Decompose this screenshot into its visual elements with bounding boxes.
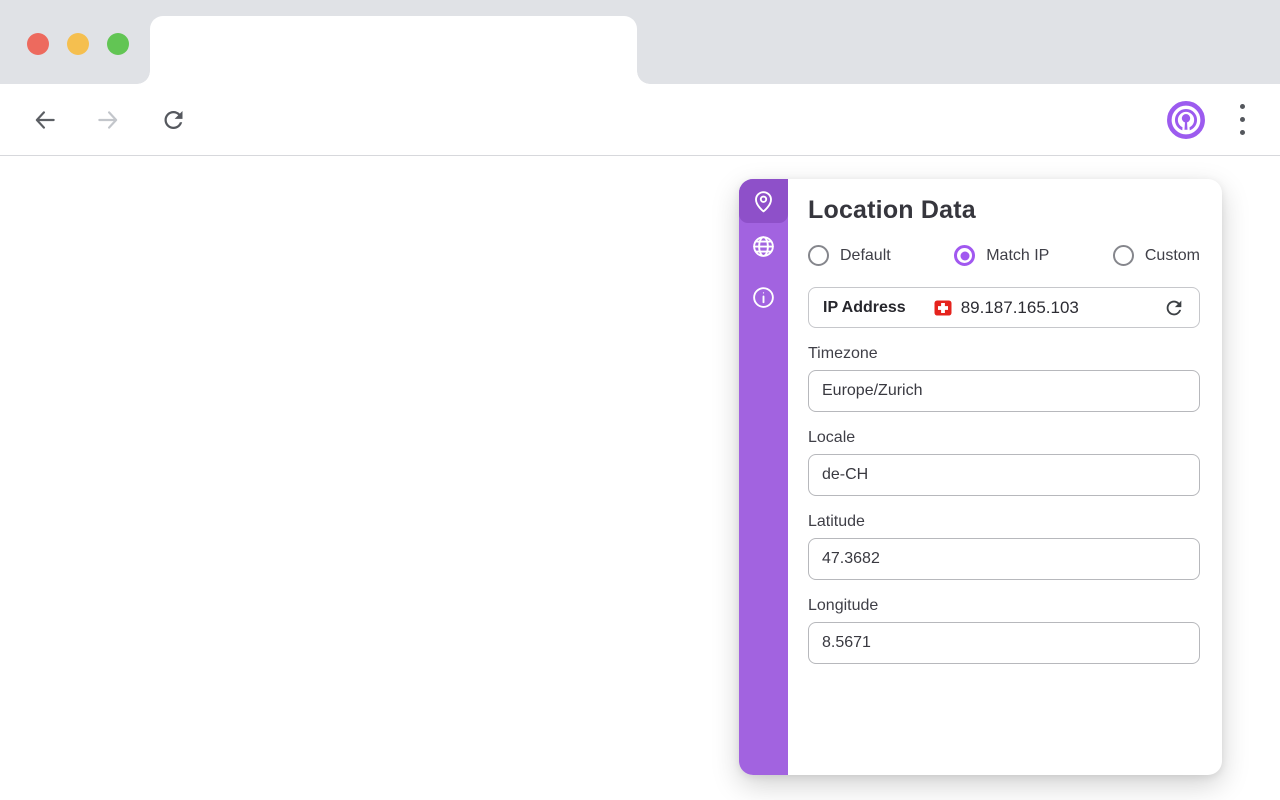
latitude-label: Latitude [808,513,1200,531]
radio-icon [1113,245,1134,266]
window-controls [27,33,129,55]
timezone-label: Timezone [808,345,1200,363]
sidebar-item-globe[interactable] [739,224,788,268]
locale-label: Locale [808,429,1200,447]
forward-arrow-icon [95,107,121,133]
browser-menu-button[interactable] [1232,100,1252,140]
page-content: Location Data Default Match IP Custom [0,156,1280,800]
location-pin-icon [751,189,776,214]
switzerland-flag-icon [934,300,952,316]
ip-address-label: IP Address [823,299,906,317]
ip-address-value: 89.187.165.103 [961,298,1079,318]
maximize-window-button[interactable] [107,33,129,55]
reload-button[interactable] [160,106,187,133]
popup-content: Location Data Default Match IP Custom [788,179,1222,775]
globe-icon [751,234,776,259]
ip-address-row: IP Address 89.187.165.103 [808,287,1200,328]
mode-option-default[interactable]: Default [808,245,891,266]
location-extension-popup: Location Data Default Match IP Custom [739,179,1222,775]
mode-option-custom[interactable]: Custom [1113,245,1200,266]
popup-title: Location Data [808,196,1200,225]
mode-label: Match IP [986,247,1049,265]
mode-radio-group: Default Match IP Custom [808,245,1200,266]
browser-window: Location Data Default Match IP Custom [0,0,1280,800]
close-window-button[interactable] [27,33,49,55]
forward-button[interactable] [95,107,121,133]
refresh-icon [1163,297,1185,319]
tab-strip [0,0,1280,84]
locale-input[interactable] [808,454,1200,496]
mode-option-match-ip[interactable]: Match IP [954,245,1049,266]
extension-button[interactable] [1166,100,1206,140]
timezone-input[interactable] [808,370,1200,412]
radio-icon [954,245,975,266]
mode-label: Custom [1145,247,1200,265]
kebab-menu-icon [1240,104,1245,109]
longitude-input[interactable] [808,622,1200,664]
sidebar-item-info[interactable] [739,275,788,319]
popup-sidebar [739,179,788,775]
ip-refresh-button[interactable] [1161,295,1187,321]
info-icon [751,285,776,310]
sidebar-item-location[interactable] [739,179,788,223]
back-button[interactable] [32,107,58,133]
longitude-label: Longitude [808,597,1200,615]
radio-icon [808,245,829,266]
browser-tab[interactable] [150,16,637,84]
location-extension-icon [1166,100,1206,140]
browser-toolbar [0,84,1280,156]
latitude-input[interactable] [808,538,1200,580]
reload-icon [160,106,187,133]
minimize-window-button[interactable] [67,33,89,55]
mode-label: Default [840,247,891,265]
back-arrow-icon [32,107,58,133]
